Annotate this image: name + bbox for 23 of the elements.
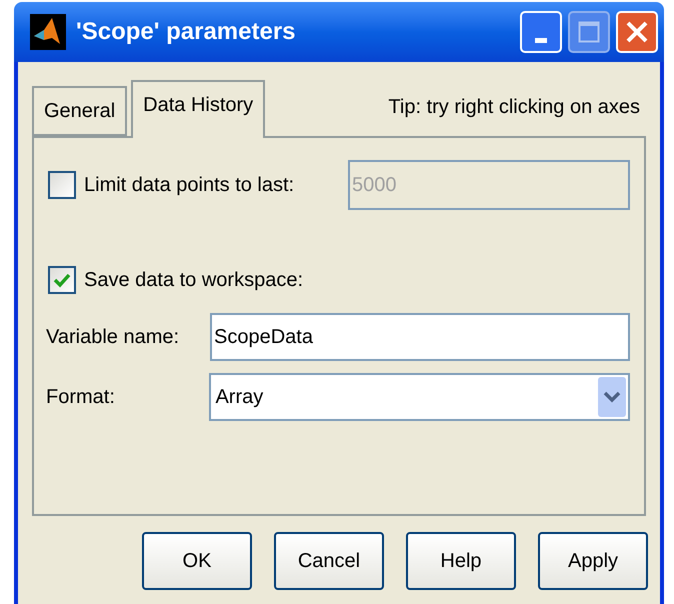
close-button[interactable] xyxy=(616,11,658,53)
check-icon xyxy=(53,272,71,288)
close-icon xyxy=(625,20,649,44)
variable-name-field[interactable]: ScopeData xyxy=(210,313,630,361)
dialog-button[interactable]: OK xyxy=(142,532,252,590)
tip-text: Tip: try right clicking on axes xyxy=(388,95,640,120)
minimize-button[interactable] xyxy=(520,11,562,53)
tab[interactable]: Data History xyxy=(131,80,266,138)
app-logo-icon xyxy=(30,14,66,50)
format-label: Format: xyxy=(46,385,116,410)
checkbox[interactable] xyxy=(48,266,76,294)
dialog-button[interactable]: Apply xyxy=(538,532,648,590)
format-dropdown[interactable]: Array xyxy=(209,373,630,421)
maximize-icon xyxy=(578,21,600,43)
dialog-button[interactable]: Cancel xyxy=(274,532,384,590)
tab[interactable]: General xyxy=(32,86,128,136)
save-label: Save data to workspace: xyxy=(84,268,304,293)
window-title: 'Scope' parameters xyxy=(76,17,297,47)
dialog-button[interactable]: Help xyxy=(406,532,516,590)
chevron-down-icon xyxy=(598,377,626,417)
limit-label: Limit data points to last: xyxy=(84,173,294,198)
variable-name-label: Variable name: xyxy=(46,325,180,350)
minimize-icon xyxy=(535,38,547,43)
